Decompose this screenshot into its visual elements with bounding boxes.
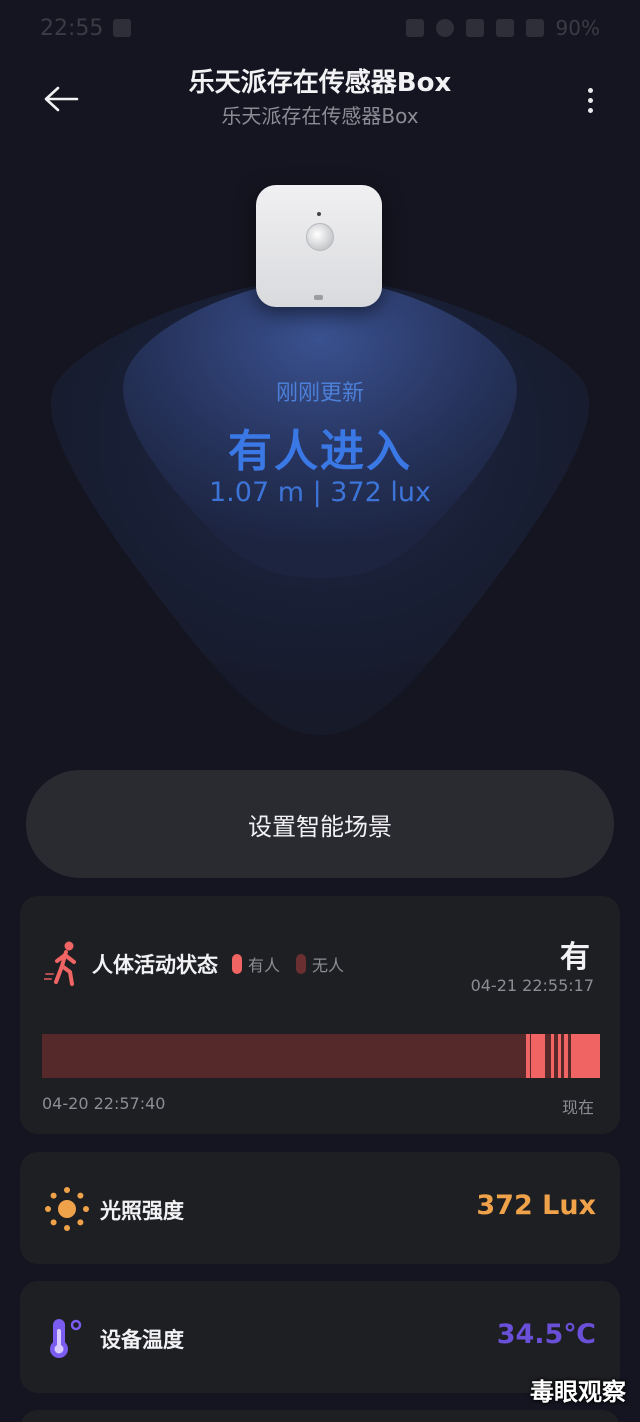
light-intensity-card[interactable]: 光照强度 372 Lux (20, 1152, 620, 1264)
title-block: 乐天派存在传感器Box 乐天派存在传感器Box (120, 66, 520, 130)
watermark: 毒眼观察 (530, 1378, 626, 1406)
status-right: 90% (405, 16, 600, 40)
status-bar: 22:55 90% (0, 0, 640, 56)
device-lens (306, 223, 334, 251)
temperature-value: 34.5℃ (496, 1319, 596, 1350)
legend-absent-label: 无人 (312, 956, 345, 975)
light-label: 光照强度 (100, 1199, 184, 1223)
activity-card[interactable]: 人体活动状态 有人 无人 有 04-21 22:55:17 04-20 22:5… (20, 896, 620, 1134)
smart-scene-button[interactable]: 设置智能场景 (26, 770, 614, 878)
page-title: 乐天派存在传感器Box (188, 68, 452, 98)
status-left: 22:55 (40, 15, 132, 41)
activity-timestamp: 04-21 22:55:17 (470, 976, 594, 995)
header: 乐天派存在传感器Box 乐天派存在传感器Box (0, 56, 640, 146)
wifi-icon (495, 19, 514, 37)
device-indicator (317, 212, 321, 216)
presence-segment (526, 1034, 530, 1078)
sensor-device-image (256, 185, 382, 307)
sun-icon (45, 1187, 89, 1231)
activity-value: 有 (560, 940, 590, 975)
legend-present-label: 有人 (248, 956, 281, 975)
next-card[interactable] (20, 1410, 620, 1422)
alarm-icon (435, 19, 454, 37)
legend-present-swatch (232, 954, 242, 974)
distance-lux-readout: 1.07 m | 372 lux (209, 477, 431, 508)
activity-title: 人体活动状态 (92, 953, 218, 977)
presence-segment (530, 1034, 546, 1078)
arrow-left-icon (44, 86, 79, 112)
activity-timeline[interactable] (42, 1034, 600, 1078)
notification-icon (113, 19, 132, 37)
device-led (314, 295, 323, 300)
mute-icon (465, 19, 484, 37)
update-label: 刚刚更新 (275, 381, 364, 406)
timeline-start-time: 04-20 22:57:40 (42, 1094, 166, 1113)
battery-level: 90% (555, 16, 600, 40)
thermometer-icon (50, 1319, 82, 1358)
presence-segment (570, 1034, 600, 1078)
temperature-label: 设备温度 (100, 1328, 184, 1352)
more-vertical-icon (587, 87, 593, 93)
light-value: 372 Lux (476, 1190, 596, 1221)
back-button[interactable] (36, 74, 86, 124)
sensor-hero: 刚刚更新 有人进入 1.07 m | 372 lux (0, 150, 640, 750)
presence-state: 有人进入 (228, 426, 412, 477)
signal-icon (525, 19, 544, 37)
presence-segment (564, 1034, 568, 1078)
more-options-button[interactable] (570, 78, 610, 122)
presence-segment (550, 1034, 555, 1078)
presence-segment (557, 1034, 561, 1078)
page-subtitle: 乐天派存在传感器Box (221, 104, 419, 128)
nfc-icon (405, 19, 424, 37)
activity-legend: 有人 无人 (232, 952, 344, 976)
legend-absent-swatch (296, 954, 307, 974)
more-dot (587, 107, 593, 113)
timeline-end-time: 现在 (561, 1098, 594, 1117)
more-dot (587, 97, 593, 103)
walking-person-icon (44, 941, 76, 986)
status-time: 22:55 (40, 15, 104, 41)
